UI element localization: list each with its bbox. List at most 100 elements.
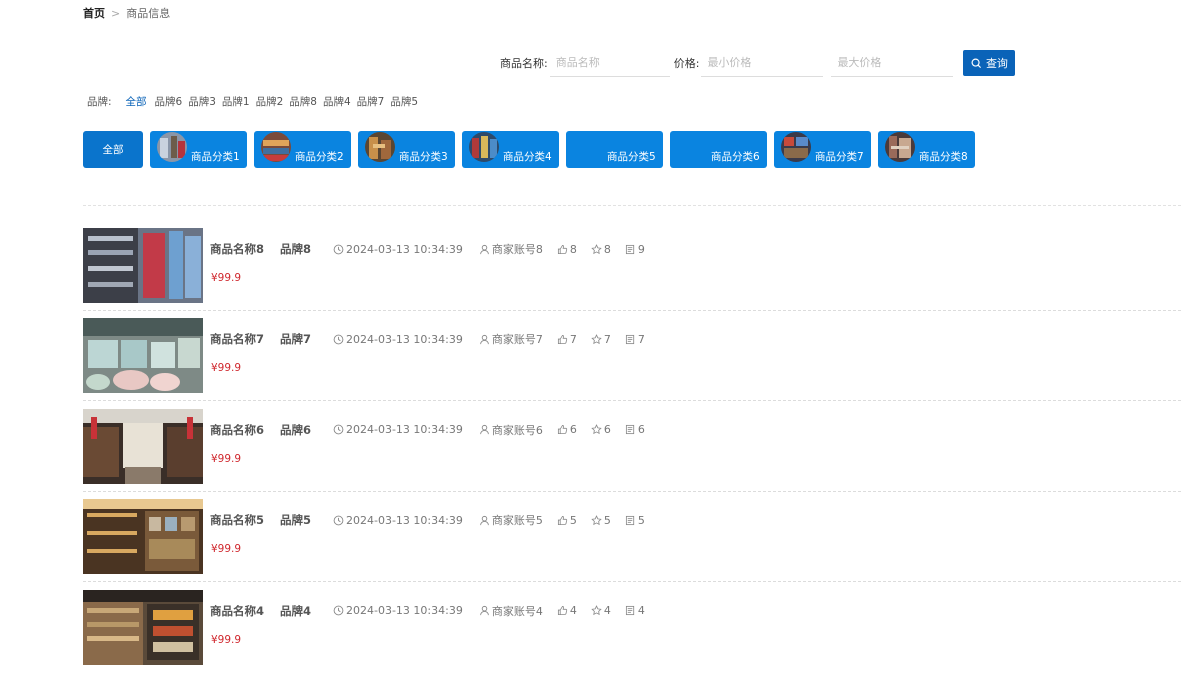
row-divider bbox=[83, 400, 1181, 402]
product-merchant-text: 商家账号5 bbox=[491, 514, 543, 528]
product-comments-count: 9 bbox=[637, 242, 645, 256]
product-time-text: 2024-03-13 10:34:39 bbox=[346, 332, 463, 346]
product-image[interactable] bbox=[83, 318, 203, 394]
product-likes[interactable]: 8 bbox=[557, 243, 577, 256]
product-favorites[interactable]: 4 bbox=[591, 604, 611, 617]
min-price-input[interactable] bbox=[701, 49, 824, 77]
product-favorites-count: 4 bbox=[603, 604, 611, 618]
product-comments[interactable]: 5 bbox=[625, 514, 645, 527]
product-time: 2024-03-13 10:34:39 bbox=[333, 333, 463, 346]
product-favorites[interactable]: 8 bbox=[591, 243, 611, 256]
product-name[interactable]: 商品名称7 bbox=[210, 331, 264, 347]
clock-icon bbox=[333, 244, 344, 254]
brand-filter-item[interactable]: 品牌8 bbox=[289, 94, 317, 109]
clock-icon bbox=[333, 424, 344, 435]
product-name[interactable]: 商品名称5 bbox=[210, 512, 264, 528]
breadcrumb-home-link[interactable]: 首页 bbox=[83, 5, 105, 21]
product-likes[interactable]: 5 bbox=[557, 514, 577, 527]
comment-icon bbox=[625, 425, 634, 435]
brand-filter-item[interactable]: 品牌7 bbox=[357, 94, 385, 109]
product-comments-count: 5 bbox=[637, 513, 645, 527]
category-thumbnail bbox=[261, 132, 291, 162]
product-favorites[interactable]: 6 bbox=[591, 423, 611, 436]
category-all-button[interactable]: 全部 bbox=[83, 131, 143, 168]
category-button-4[interactable]: 商品分类4 bbox=[462, 131, 559, 168]
product-name[interactable]: 商品名称8 bbox=[210, 241, 264, 257]
breadcrumb: 首页 > 商品信息 bbox=[83, 5, 170, 21]
category-button-8[interactable]: 商品分类8 bbox=[878, 131, 975, 168]
product-name-label: 商品名称: bbox=[500, 57, 548, 70]
product-image[interactable] bbox=[83, 589, 203, 665]
product-list: 商品名称8 品牌8 2024-03-13 10:34:39 商家账号8 8 8 … bbox=[83, 228, 1181, 680]
product-merchant: 商家账号4 bbox=[479, 603, 543, 619]
category-label: 商品分类4 bbox=[503, 151, 552, 163]
category-all-label: 全部 bbox=[102, 144, 124, 156]
section-divider bbox=[83, 205, 1181, 206]
product-merchant: 商家账号5 bbox=[479, 512, 543, 528]
thumbs-up-icon bbox=[557, 244, 567, 254]
brand-filter-item[interactable]: 品牌2 bbox=[256, 94, 284, 109]
product-image[interactable] bbox=[83, 408, 203, 484]
price-label: 价格: bbox=[673, 57, 700, 70]
brand-filter: 品牌: 全部 品牌6 品牌3 品牌1 品牌2 品牌8 品牌4 品牌7 品牌5 bbox=[87, 94, 418, 109]
product-merchant-text: 商家账号8 bbox=[491, 243, 543, 256]
product-comments[interactable]: 6 bbox=[625, 423, 645, 436]
product-name-input[interactable] bbox=[549, 49, 670, 77]
row-divider bbox=[83, 581, 1181, 583]
product-name[interactable]: 商品名称4 bbox=[210, 603, 264, 619]
product-merchant-text: 商家账号6 bbox=[491, 423, 543, 437]
product-row[interactable]: 商品名称4 品牌4 2024-03-13 10:34:39 商家账号4 4 4 … bbox=[83, 589, 1181, 680]
product-merchant-text: 商家账号7 bbox=[491, 333, 543, 347]
brand-filter-item[interactable]: 品牌4 bbox=[323, 94, 351, 109]
product-likes[interactable]: 6 bbox=[557, 423, 577, 436]
category-button-6[interactable]: 商品分类6 bbox=[670, 131, 767, 168]
product-merchant: 商家账号8 bbox=[479, 241, 543, 257]
search-button[interactable]: 查询 bbox=[963, 50, 1016, 76]
brand-filter-item[interactable]: 品牌3 bbox=[188, 94, 216, 109]
product-meta: 2024-03-13 10:34:39 商家账号8 8 8 9 bbox=[333, 241, 645, 257]
category-button-7[interactable]: 商品分类7 bbox=[774, 131, 871, 168]
product-likes[interactable]: 4 bbox=[557, 604, 577, 617]
product-time-text: 2024-03-13 10:34:39 bbox=[346, 513, 463, 527]
user-icon bbox=[480, 425, 489, 435]
max-price-input[interactable] bbox=[831, 49, 954, 77]
product-comments[interactable]: 9 bbox=[625, 243, 645, 256]
product-row[interactable]: 商品名称6 品牌6 2024-03-13 10:34:39 商家账号6 6 6 … bbox=[83, 408, 1181, 499]
product-price: ¥99.9 bbox=[211, 362, 242, 375]
category-button-2[interactable]: 商品分类2 bbox=[254, 131, 351, 168]
product-comments[interactable]: 7 bbox=[625, 333, 645, 346]
product-row[interactable]: 商品名称8 品牌8 2024-03-13 10:34:39 商家账号8 8 8 … bbox=[83, 228, 1181, 318]
product-brand: 品牌4 bbox=[280, 603, 312, 618]
product-image[interactable] bbox=[83, 228, 203, 303]
product-time-text: 2024-03-13 10:34:39 bbox=[346, 604, 463, 618]
product-brand: 品牌6 bbox=[280, 422, 312, 437]
search-bar: 商品名称: 价格: 查询 bbox=[500, 49, 1016, 77]
product-row[interactable]: 商品名称5 品牌5 2024-03-13 10:34:39 商家账号5 5 5 … bbox=[83, 499, 1181, 589]
brand-filter-all[interactable]: 全部 bbox=[126, 94, 147, 109]
product-comments[interactable]: 4 bbox=[625, 604, 645, 617]
comment-icon bbox=[625, 334, 634, 344]
star-icon bbox=[591, 334, 602, 345]
product-name[interactable]: 商品名称6 bbox=[210, 422, 264, 438]
category-button-1[interactable]: 商品分类1 bbox=[150, 131, 247, 168]
category-thumbnail bbox=[157, 132, 187, 162]
thumbs-up-icon bbox=[557, 606, 567, 616]
product-time: 2024-03-13 10:34:39 bbox=[333, 604, 463, 617]
category-button-3[interactable]: 商品分类3 bbox=[358, 131, 455, 168]
clock-icon bbox=[333, 605, 344, 616]
product-row[interactable]: 商品名称7 品牌7 2024-03-13 10:34:39 商家账号7 7 7 … bbox=[83, 318, 1181, 408]
product-likes[interactable]: 7 bbox=[557, 333, 577, 346]
comment-icon bbox=[625, 606, 634, 616]
product-price: ¥99.9 bbox=[211, 272, 242, 284]
clock-icon bbox=[333, 334, 344, 345]
product-merchant-text: 商家账号4 bbox=[491, 604, 543, 618]
category-button-5[interactable]: 商品分类5 bbox=[566, 131, 663, 168]
product-image[interactable] bbox=[83, 499, 203, 575]
brand-filter-item[interactable]: 品牌6 bbox=[155, 94, 183, 109]
brand-filter-item[interactable]: 品牌1 bbox=[222, 94, 250, 109]
brand-filter-item[interactable]: 品牌5 bbox=[390, 94, 418, 109]
product-favorites[interactable]: 5 bbox=[591, 514, 611, 527]
product-favorites[interactable]: 7 bbox=[591, 333, 611, 346]
category-label: 商品分类1 bbox=[191, 151, 240, 163]
category-thumbnail bbox=[469, 132, 499, 162]
